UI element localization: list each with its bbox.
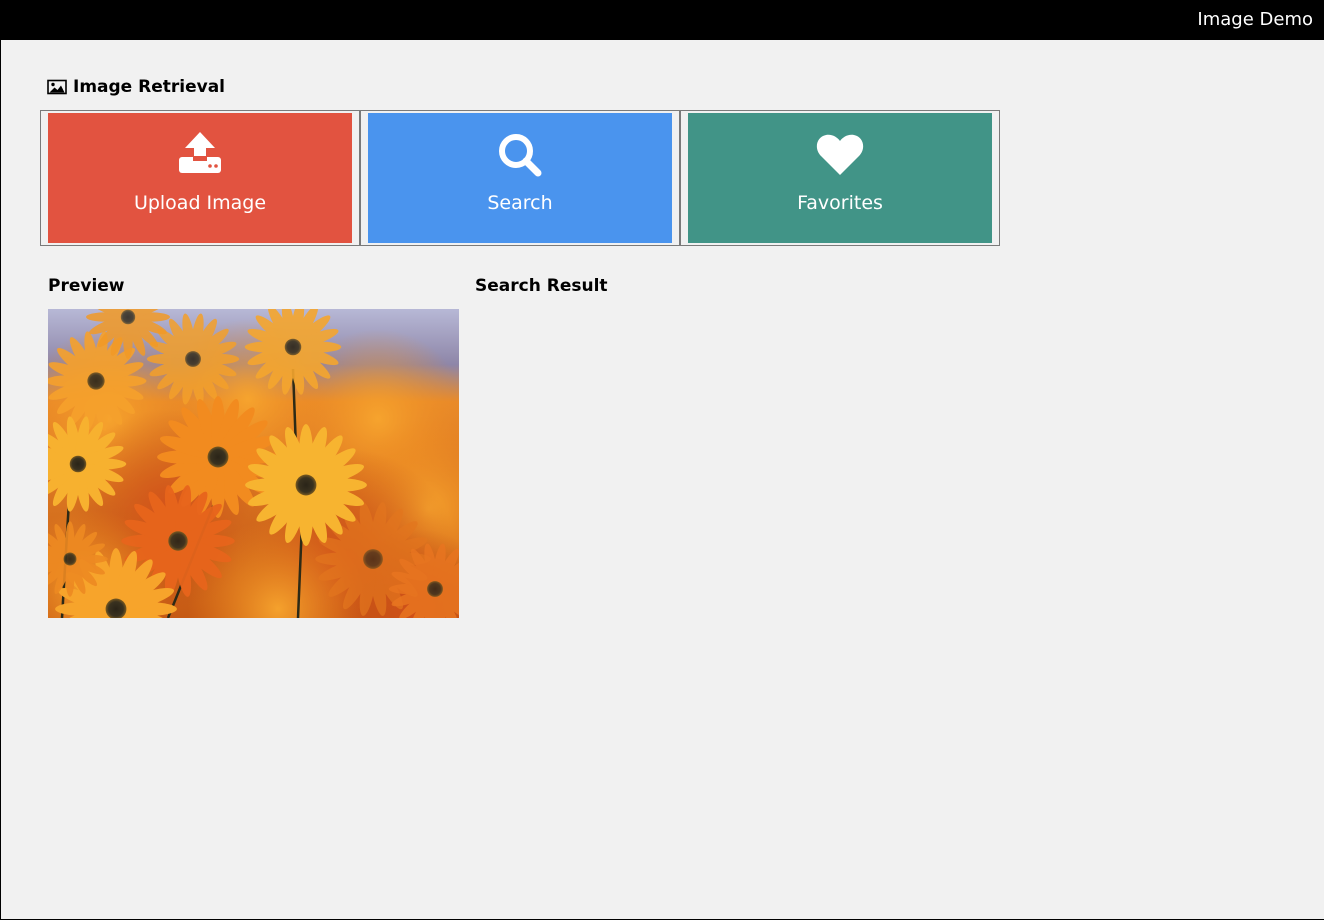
upload-image-tile: Upload Image — [48, 113, 352, 243]
heart-icon — [688, 131, 992, 179]
section-title: Image Retrieval — [73, 77, 225, 97]
section-header: Image Retrieval — [47, 76, 225, 98]
window-title: Image Demo — [1197, 9, 1313, 30]
favorites-button[interactable]: Favorites — [680, 110, 1000, 246]
search-tile: Search — [368, 113, 672, 243]
upload-image-label: Upload Image — [133, 192, 267, 214]
search-label: Search — [487, 192, 553, 214]
search-button[interactable]: Search — [360, 110, 680, 246]
preview-image — [48, 309, 459, 618]
image-icon — [47, 79, 67, 95]
title-bar: Image Demo — [1, 0, 1324, 40]
preview-heading: Preview — [48, 276, 125, 296]
favorites-tile: Favorites — [688, 113, 992, 243]
upload-icon — [48, 131, 352, 179]
favorites-label: Favorites — [797, 192, 883, 214]
search-icon — [368, 131, 672, 179]
search-result-heading: Search Result — [475, 276, 608, 296]
upload-image-button[interactable]: Upload Image — [40, 110, 360, 246]
search-result-area — [475, 309, 1295, 869]
app-window: Image Demo Image Retrieval Upload Image … — [0, 0, 1324, 920]
